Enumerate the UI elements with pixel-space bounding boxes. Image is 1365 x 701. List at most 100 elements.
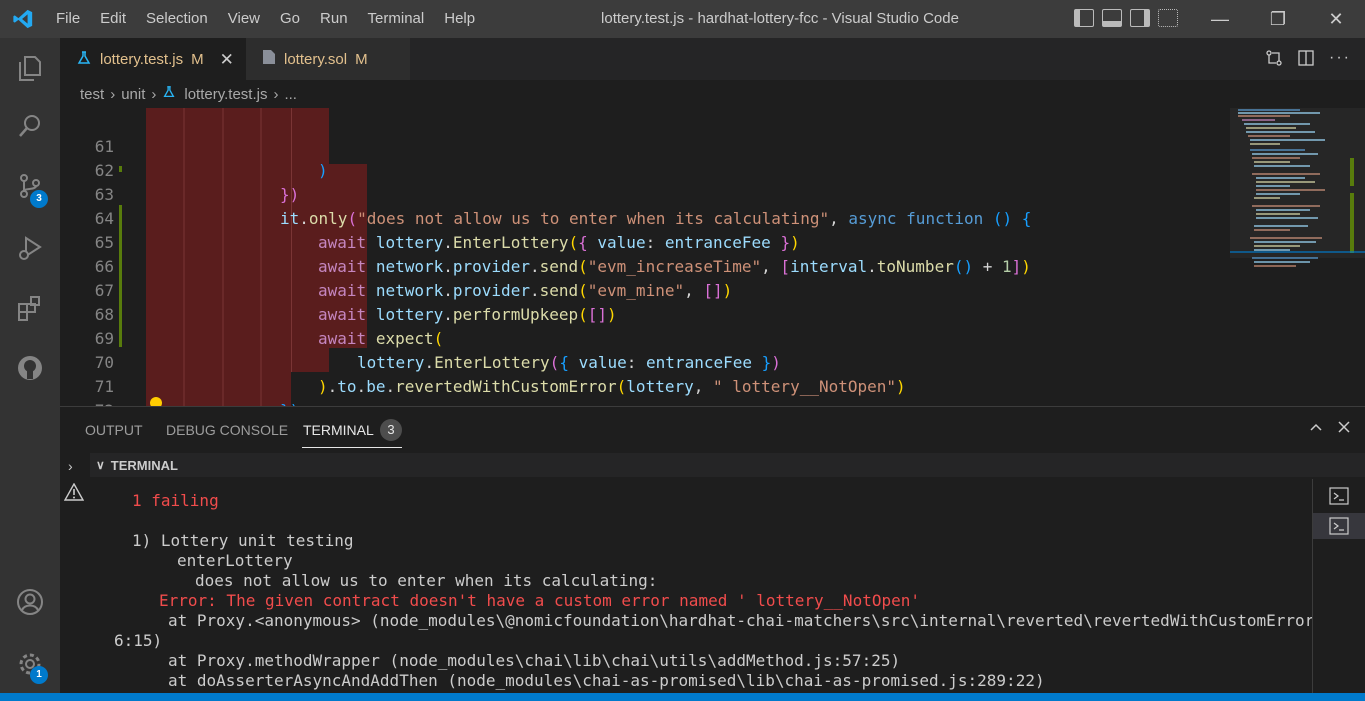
breadcrumb-test[interactable]: test [80,86,104,103]
tab-lottery-test-js[interactable]: lottery.test.js M ✕ [60,38,246,80]
terminal-line: enterLottery [177,551,293,570]
terminal-header-label: TERMINAL [110,457,178,473]
code-line: 62 }) [60,135,1230,204]
menu-go[interactable]: Go [270,0,310,38]
restore-icon[interactable]: ❐ [1249,0,1307,38]
terminal-section-header[interactable]: ∨ TERMINAL [90,453,1365,477]
toggle-sidebar-icon[interactable] [1074,9,1094,27]
code-line: 66 await network.provider.send("evm_mine… [60,231,1230,300]
editor-tab-bar: lottery.test.js M ✕ lottery.sol M ··· [60,38,1365,80]
layout-controls [1074,9,1178,27]
split-editor-icon[interactable] [1297,49,1315,72]
menu-file[interactable]: File [46,0,90,38]
tab-lottery-sol[interactable]: lottery.sol M [246,38,410,80]
code-line: 71 }) [60,351,1230,406]
terminal-line: at Proxy.methodWrapper (node_modules\cha… [168,651,901,670]
breadcrumb-file[interactable]: lottery.test.js [184,86,267,103]
code-line: 68 await expect( [60,279,1230,348]
code-line: 69 lottery.EnterLottery({ value: entranc… [60,303,1230,372]
panel-tabs: OUTPUT DEBUG CONSOLE TERMINAL 3 [60,407,1365,451]
code-line: 67 await lottery.performUpkeep([]) [60,255,1230,324]
code-line: 65 await network.provider.send("evm_incr… [60,207,1230,276]
close-tab-icon[interactable]: ✕ [220,50,234,70]
menu-edit[interactable]: Edit [90,0,136,38]
window-title: lottery.test.js - hardhat-lottery-fcc - … [601,10,959,27]
extensions-icon[interactable] [0,284,60,332]
chevron-right-icon: › [273,85,279,103]
flask-icon [76,50,92,70]
editor-actions: ··· [1265,49,1351,72]
terminal-output[interactable]: 1 failing 1) Lottery unit testing enterL… [90,479,1312,694]
terminal-instance-icon[interactable] [1313,513,1365,539]
terminal-line: at doAsserterAsyncAndAddThen (node_modul… [168,671,1045,690]
tab-terminal[interactable]: TERMINAL [303,422,374,438]
close-window-icon[interactable]: ✕ [1307,0,1365,38]
terminal-list [1312,479,1365,694]
lightbulb-icon[interactable] [150,397,162,406]
modified-indicator: M [355,50,368,68]
code-line: 64 await lottery.EnterLottery({ value: e… [60,183,1230,252]
terminal-line: at Proxy.<anonymous> (node_modules\@nomi… [168,611,1312,630]
more-actions-icon[interactable]: ··· [1329,49,1351,72]
menu-help[interactable]: Help [434,0,485,38]
tab-label: lottery.sol [284,50,348,68]
file-icon [262,49,276,69]
breadcrumb-symbol[interactable]: ... [284,86,297,103]
tab-debug-console[interactable]: DEBUG CONSOLE [166,422,288,438]
terminal-line: Error: The given contract doesn't have a… [159,591,920,610]
title-bar: File Edit Selection View Go Run Terminal… [0,0,1365,38]
toggle-panel-icon[interactable] [1102,9,1122,27]
toggle-secondary-sidebar-icon[interactable] [1130,9,1150,27]
chevron-right-icon: › [110,85,116,103]
code-line: 63 it.only("does not allow us to enter w… [60,159,1230,228]
chevron-right-icon[interactable]: › [68,458,73,474]
window-controls: — ❐ ✕ [1191,0,1365,38]
tab-output[interactable]: OUTPUT [85,422,143,438]
minimize-icon[interactable]: — [1191,0,1249,38]
menu-terminal[interactable]: Terminal [358,0,435,38]
terminal-line: does not allow us to enter when its calc… [195,571,658,590]
modified-indicator: M [191,51,204,68]
code-line: 72 }) [60,375,1230,406]
github-icon[interactable] [0,344,60,392]
scm-badge: 3 [30,190,48,208]
maximize-panel-icon[interactable] [1308,419,1324,440]
search-icon[interactable] [0,102,60,150]
code-line: 73 }) [60,399,1230,406]
flask-icon [162,85,176,103]
chevron-right-icon: › [151,85,157,103]
code-line: 70 ).to.be.revertedWithCustomError(lotte… [60,327,1230,396]
code-line: 61 ) [60,111,1230,180]
warning-icon[interactable] [63,482,85,506]
settings-gear-icon[interactable]: 1 [0,640,60,688]
terminal-line: 1 failing [132,491,219,510]
tab-label: lottery.test.js [100,51,184,68]
terminal-line: 6:15) [114,631,163,650]
code-editor[interactable]: 61 ) 62 }) 63 it.only("does not allow us… [60,108,1365,406]
customize-layout-icon[interactable] [1158,9,1178,27]
active-tab-indicator [302,447,402,448]
vscode-logo-icon [0,0,46,38]
minimap[interactable] [1230,108,1365,406]
source-control-icon[interactable]: 3 [0,162,60,210]
breadcrumb-unit[interactable]: unit [121,86,145,103]
terminal-line: 1) Lottery unit testing [132,531,354,550]
menu-bar: File Edit Selection View Go Run Terminal… [46,0,485,38]
chevron-down-icon: ∨ [96,458,105,472]
settings-badge: 1 [30,666,48,684]
explorer-icon[interactable] [0,44,60,92]
activity-bar: 3 1 [0,38,60,693]
panel-left-strip: › [60,453,90,694]
menu-selection[interactable]: Selection [136,0,218,38]
accounts-icon[interactable] [0,578,60,626]
terminal-instance-icon[interactable] [1313,483,1365,509]
menu-view[interactable]: View [218,0,270,38]
bottom-panel: OUTPUT DEBUG CONSOLE TERMINAL 3 › ∨ TERM… [60,406,1365,694]
compare-changes-icon[interactable] [1265,49,1283,72]
breadcrumb: test › unit › lottery.test.js › ... [60,80,1365,108]
status-bar [0,693,1365,701]
close-panel-icon[interactable] [1336,419,1352,440]
menu-run[interactable]: Run [310,0,358,38]
terminal-count-badge: 3 [380,419,402,441]
run-debug-icon[interactable] [0,224,60,272]
